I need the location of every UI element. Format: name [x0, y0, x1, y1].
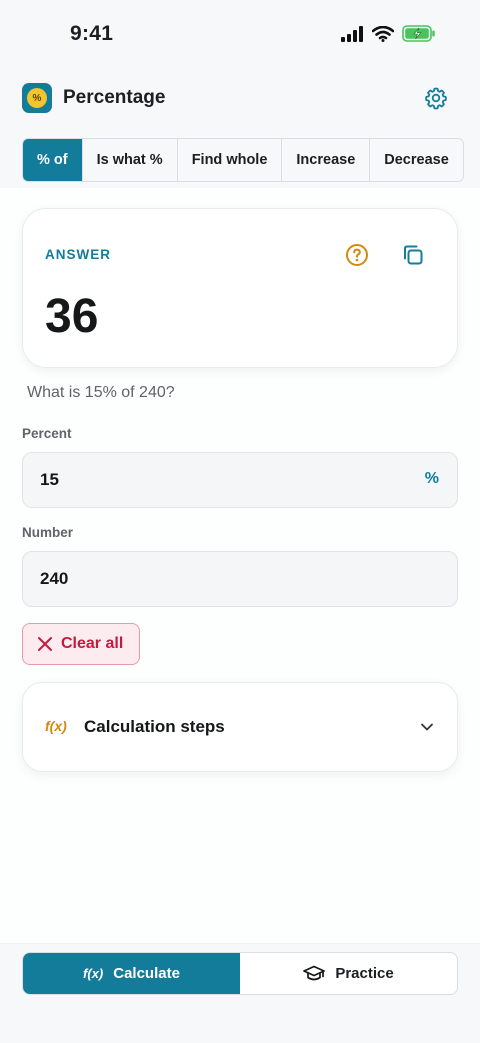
chevron-down-icon[interactable] — [419, 719, 435, 735]
copy-icon[interactable] — [401, 243, 425, 267]
calculate-button[interactable]: f(x) Calculate — [23, 953, 240, 994]
number-field[interactable]: 240 — [22, 551, 458, 607]
tab-find-whole[interactable]: Find whole — [178, 139, 283, 181]
app-screen: 9:41 % Percentage % of Is what % Find wh… — [0, 0, 480, 1043]
question-text: What is 15% of 240? — [27, 384, 175, 401]
calculation-steps-title: Calculation steps — [84, 717, 225, 736]
graduation-cap-icon — [303, 965, 326, 980]
answer-value: 36 — [45, 290, 99, 343]
function-icon: f(x) — [83, 966, 104, 981]
tab-increase[interactable]: Increase — [282, 139, 371, 181]
app-logo: % — [22, 83, 52, 113]
mode-tabs: % of Is what % Find whole Increase Decre… — [22, 138, 464, 182]
percent-coin-icon: % — [27, 88, 47, 108]
number-field-value: 240 — [40, 569, 69, 588]
tab-percent-of[interactable]: % of — [23, 139, 83, 181]
function-icon: f(x) — [45, 718, 67, 734]
bottom-segmented-control: f(x) Calculate Practice — [22, 952, 458, 995]
status-bar: 9:41 — [0, 0, 480, 72]
calculation-steps-card[interactable]: f(x) Calculation steps — [22, 682, 458, 772]
practice-button[interactable]: Practice — [240, 953, 457, 994]
practice-label: Practice — [335, 965, 394, 982]
clear-all-button[interactable]: Clear all — [22, 623, 140, 665]
settings-gear-icon[interactable] — [424, 86, 448, 110]
wifi-icon — [372, 25, 394, 42]
number-field-label: Number — [22, 525, 74, 540]
battery-charging-icon — [402, 25, 435, 42]
status-time: 9:41 — [70, 22, 114, 45]
answer-card: ANSWER 36 — [22, 208, 458, 368]
bottom-nav-area: f(x) Calculate Practice — [0, 943, 480, 1043]
percent-field-value: 15 — [40, 470, 59, 489]
tab-is-what-percent[interactable]: Is what % — [83, 139, 178, 181]
answer-label: ANSWER — [45, 247, 111, 262]
calculate-label: Calculate — [113, 965, 180, 982]
percent-field-label: Percent — [22, 426, 72, 441]
help-icon[interactable] — [345, 243, 369, 267]
cellular-signal-icon — [341, 25, 363, 42]
status-icons — [340, 25, 436, 42]
clear-all-label: Clear all — [61, 635, 124, 652]
percent-field[interactable]: 15 % — [22, 452, 458, 508]
percent-suffix: % — [424, 470, 439, 487]
tab-decrease[interactable]: Decrease — [370, 139, 463, 181]
mode-tabs-bar: % of Is what % Find whole Increase Decre… — [0, 130, 480, 188]
page-title: Percentage — [63, 87, 166, 108]
close-icon — [38, 637, 52, 651]
app-header: % Percentage — [0, 72, 480, 130]
